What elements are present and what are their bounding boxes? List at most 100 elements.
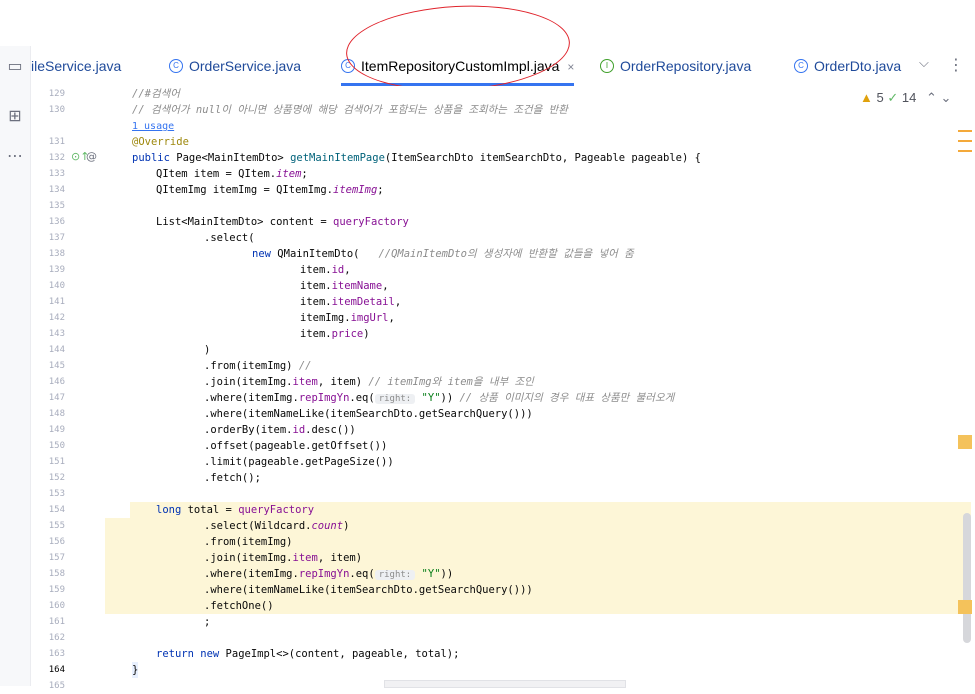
code-text: .select(Wildcard. (204, 520, 312, 532)
code-line: } (132, 662, 139, 678)
line-number: 153 (48, 489, 65, 499)
line-number: 143 (48, 329, 65, 339)
code-text: .where(itemImg. (204, 392, 299, 404)
tab-orderdto[interactable]: C OrderDto.java (794, 46, 901, 86)
warning-count: 5 (876, 90, 884, 105)
code-field: count (311, 520, 344, 532)
line-number: 151 (48, 457, 65, 467)
line-number: 152 (48, 473, 65, 483)
tool-window-bar: ▭ ⊞ ⋯ (0, 46, 31, 686)
tab-orderrepository[interactable]: I OrderRepository.java (600, 46, 751, 86)
code-text: , item) (317, 376, 369, 388)
code-text: QMainItemDto( (277, 248, 379, 260)
code-editor[interactable]: //#검색어 // 검색어가 null이 아니면 상품명에 해당 검색어가 포함… (105, 86, 975, 686)
line-number: 163 (48, 649, 65, 659)
code-field: repImgYn (298, 568, 350, 580)
inspection-widget[interactable]: ▲ 5 ✓ 14 ⌃ ⌄ (860, 90, 951, 110)
line-number: 157 (48, 553, 65, 563)
code-field: price (331, 328, 364, 340)
tab-orderservice[interactable]: C OrderService.java (169, 46, 301, 86)
line-number: 148 (48, 409, 65, 419)
code-line: .limit(pageable.getPageSize()) (204, 456, 394, 468)
code-text: .join(itemImg. (204, 376, 293, 388)
parameter-hint: right: (374, 394, 416, 404)
code-string: "Y" (421, 568, 441, 580)
line-number: 134 (48, 185, 65, 195)
code-annotation: @Override (132, 136, 189, 148)
interface-icon: I (600, 59, 614, 74)
code-text: )) (440, 392, 460, 404)
code-field: itemImg (333, 184, 378, 196)
code-field: item (292, 552, 318, 564)
code-keyword: long (156, 504, 188, 516)
line-number: 137 (48, 233, 65, 243)
scroll-marker (958, 600, 972, 614)
code-line: item.id, (300, 264, 351, 276)
code-line: QItem item = QItem.item; (156, 168, 308, 180)
line-number: 140 (48, 281, 65, 291)
more-tools-icon[interactable]: ⋯ (5, 146, 25, 166)
code-text: )) (440, 568, 454, 580)
code-line: .join(itemImg.item, item) // itemImg와 it… (204, 374, 534, 390)
line-number (31, 118, 65, 134)
code-text: .eq( (349, 568, 375, 580)
close-icon[interactable]: × (567, 60, 574, 74)
code-text: item. (300, 264, 332, 276)
tab-label: OrderDto.java (814, 58, 902, 74)
line-number: 146 (48, 377, 65, 387)
code-line: .where(itemImg.repImgYn.eq(right: "Y")) (204, 566, 453, 582)
code-keyword: new (252, 248, 278, 260)
chevron-up-icon[interactable]: ⌃ (926, 90, 937, 105)
line-number: 144 (48, 345, 65, 355)
code-text: item. (300, 296, 332, 308)
chevron-down-icon[interactable]: ⌄ (941, 90, 952, 105)
line-number: 135 (48, 201, 65, 211)
line-number: 132 (48, 153, 65, 163)
annotation-icon[interactable]: @ (86, 150, 97, 163)
code-text: itemImg. (300, 312, 351, 324)
code-text: QItemImg itemImg = QItemImg. (156, 184, 334, 196)
line-number: 160 (48, 601, 65, 611)
gutter: 129 130 131 132 133 134 135 136 137 138 … (31, 86, 105, 691)
code-comment: // (298, 360, 312, 372)
scroll-marker (958, 140, 972, 142)
code-text: PageImpl<>(content, pageable, total); (225, 648, 460, 660)
code-text: .where(itemImg. (204, 568, 299, 580)
code-text: item. (300, 328, 332, 340)
line-number: 139 (48, 265, 65, 275)
code-line: public Page<MainItemDto> getMainItemPage… (132, 150, 701, 166)
code-line: ; (204, 616, 211, 628)
tab-label: ileService.java (31, 58, 122, 74)
line-number: 130 (48, 105, 65, 115)
scroll-marker (958, 130, 972, 132)
line-number: 161 (48, 617, 65, 627)
code-comment: // itemImg와 item을 내부 조인 (368, 376, 534, 388)
code-line: .from(itemImg) (204, 536, 293, 548)
code-line: .where(itemNameLike(itemSearchDto.getSea… (204, 408, 533, 420)
passed-count: 14 (901, 90, 917, 105)
vertical-scrollbar[interactable] (963, 513, 971, 643)
line-number: 156 (48, 537, 65, 547)
code-comment: //QMainItemDto의 생성자에 반환할 값들을 넣어 줌 (378, 248, 634, 260)
code-line: return new PageImpl<>(content, pageable,… (156, 646, 459, 662)
code-line: item.itemDetail, (300, 296, 402, 308)
code-field: item (276, 168, 302, 180)
code-text: QItem item = QItem. (156, 168, 277, 180)
line-number: 164 (48, 665, 65, 675)
project-folder-icon[interactable]: ▭ (5, 56, 25, 76)
tab-ileservice[interactable]: ileService.java (31, 46, 121, 86)
usage-label[interactable]: 1 usage (132, 121, 174, 132)
chevron-down-icon[interactable]: ⌵ (919, 56, 929, 71)
more-vertical-icon[interactable]: ⋮ (948, 55, 964, 74)
code-line: .join(itemImg.item, item) (204, 550, 362, 566)
code-params: (ItemSearchDto itemSearchDto, Pageable p… (384, 152, 701, 164)
code-line: QItemImg itemImg = QItemImg.itemImg; (156, 184, 384, 196)
line-number: 162 (48, 633, 65, 643)
structure-icon[interactable]: ⊞ (5, 106, 25, 126)
code-comment: // 상품 이미지의 경우 대표 상품만 불러오게 (459, 392, 675, 404)
code-text: .desc()) (305, 424, 356, 436)
code-line: item.price) (300, 328, 370, 340)
usages-link[interactable]: 1 usage (132, 118, 174, 134)
check-icon: ✓ (887, 90, 899, 105)
code-field: id (331, 264, 345, 276)
